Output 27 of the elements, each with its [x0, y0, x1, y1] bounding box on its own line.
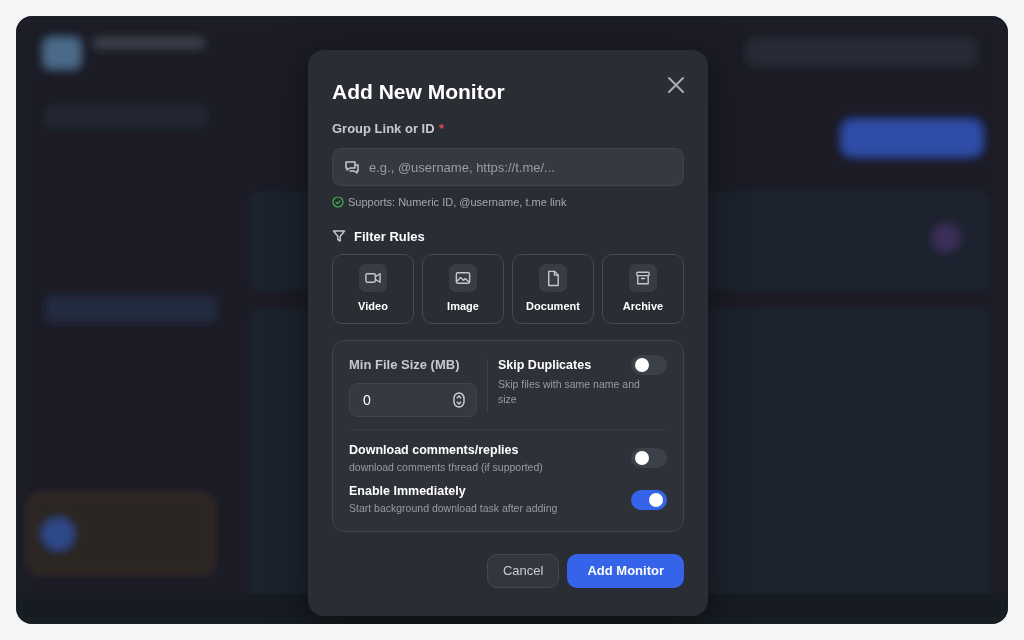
chat-icon [344, 159, 360, 175]
file-type-button[interactable]: Video [332, 254, 414, 324]
group-link-field[interactable]: e.g., @username, https://t.me/... [332, 148, 684, 186]
filter-icon [332, 229, 346, 244]
option-description: download comments thread (if supported) [349, 459, 543, 475]
add-monitor-button[interactable]: Add Monitor [567, 554, 684, 588]
cancel-button[interactable]: Cancel [487, 554, 560, 588]
toggle-switch[interactable] [631, 355, 667, 375]
option-description: Start background download task after adding [349, 501, 558, 517]
min-size-field[interactable]: 0 [349, 382, 477, 417]
option-description: Skip files with same name and size [498, 377, 641, 407]
option-title: Skip Duplicates [498, 357, 592, 373]
toggle-switch[interactable] [631, 448, 667, 469]
toggle-switch[interactable] [631, 490, 667, 511]
field-label: Min File Size (MB) [349, 356, 461, 374]
required-mark: * [439, 121, 445, 136]
stepper-icon [453, 391, 465, 408]
option-title: Enable Immediately [349, 483, 467, 500]
field-label: Group Link or ID [332, 121, 435, 136]
hint-text: Supports: Numeric ID, @username, t.me link [348, 195, 567, 210]
check-circle-icon [332, 196, 344, 209]
file-type-button[interactable]: Document [512, 254, 594, 324]
option-title: Download comments/replies [349, 441, 520, 458]
section-heading: Filter Rules [354, 227, 425, 246]
file-type-button[interactable]: Image [422, 254, 504, 324]
file-type-button[interactable]: Archive [602, 254, 684, 324]
dialog-title: Add New Monitor [332, 79, 505, 105]
